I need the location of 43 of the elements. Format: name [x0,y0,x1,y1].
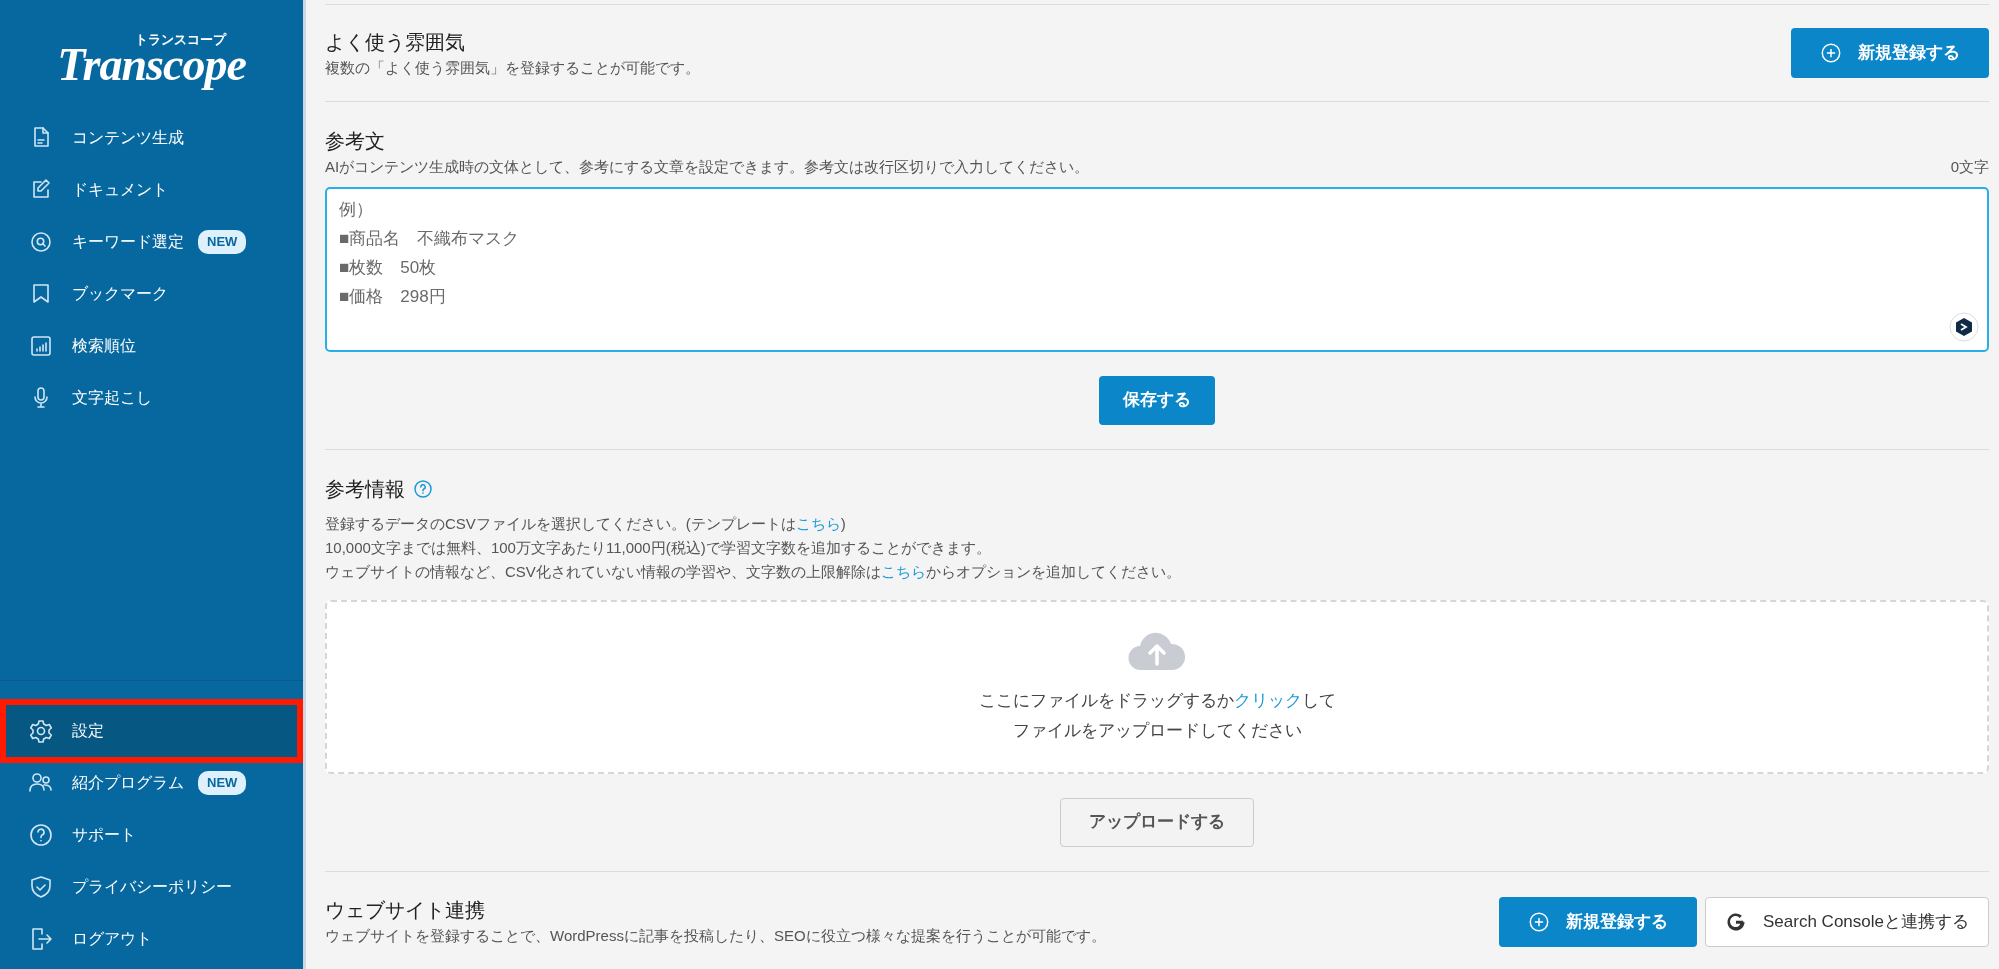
sidebar-item[interactable]: 紹介プログラム NEW [6,757,297,809]
new-registration-button[interactable]: 新規登録する [1499,896,1697,947]
click-link[interactable]: クリック [1233,691,1302,710]
section-description: ウェブサイトを登録することで、WordPressに記事を投稿したり、SEOに役立つ様々な提案を行うことが可能です。 [325,926,1106,947]
sidebar-item[interactable]: 文字起こし [6,372,297,424]
upload-button[interactable]: アップロードする [1060,797,1254,847]
search-console-button[interactable]: Search Consoleと連携する [1705,896,1989,947]
sidebar-item[interactable]: 検索順位 [6,320,297,372]
shield-check-icon [28,874,54,900]
section-title: よく使う雰囲気 [325,29,466,55]
drop-instruction-text: ここにファイルをドラッグするかクリック して [978,690,1336,712]
sidebar-item[interactable]: コンテンツ生成 [6,112,297,164]
sidebar-item[interactable]: プライバシーポリシー [6,861,297,913]
reference-text-field[interactable]: 例） ■商品名 不織布マスク ■枚数 50枚 ■価格 298円 [325,186,1989,352]
section-title: 参考情報 [325,476,405,502]
help-icon [28,822,54,848]
info-text: 登録するデータのCSVファイルを選択してください。(テンプレートはこちら) [325,513,847,534]
section-title: 参考文 [325,129,386,154]
help-icon[interactable] [413,478,433,499]
extension-icon[interactable] [1949,311,1979,342]
sidebar-item[interactable]: キーワード選定 NEW [6,216,297,268]
cloud-upload-icon [1127,630,1187,672]
sidebar-item[interactable]: ドキュメント [6,164,297,216]
plus-circle-icon [1528,910,1550,933]
info-text: 10,000文字までは無料、100万文字あたり11,000円(税込)で学習文字数を追加することができます。 [325,537,992,558]
bar-chart-icon [28,333,54,359]
section-description: 複数の「よく使う雰囲気」を登録することが可能です。 [325,57,700,78]
search-icon [28,229,54,255]
info-text: ウェブサイトの情報など、CSV化されていない情報の学習や、文字数の上限解除はこちらからオプションを追加してください。 [325,561,1182,582]
sidebar-item[interactable]: ブックマーク [6,268,297,320]
section-description: AIがコンテンツ生成時の文体として、参考にする文章を設定できます。参考文は改行区切りで入力してください。 [325,157,1090,177]
character-counter: 0文字 [1950,157,1989,177]
new-badge: NEW [198,771,247,795]
new-registration-button[interactable]: 新規登録する [1791,28,1989,78]
settings-icon [28,718,54,744]
drop-instruction-text: ファイルをアップロードしてください [1012,719,1302,742]
save-button[interactable]: 保存する [1099,375,1215,425]
new-badge: NEW [198,230,247,254]
sidebar-item[interactable]: ログアウト [6,913,297,965]
section-title: ウェブサイト連携 [325,898,486,924]
file-drop-zone[interactable]: ここにファイルをドラッグするかクリック して ファイルをアップロードしてください [325,599,1989,774]
sidebar-item[interactable]: サポート [6,809,297,861]
plus-circle-icon [1820,42,1842,64]
